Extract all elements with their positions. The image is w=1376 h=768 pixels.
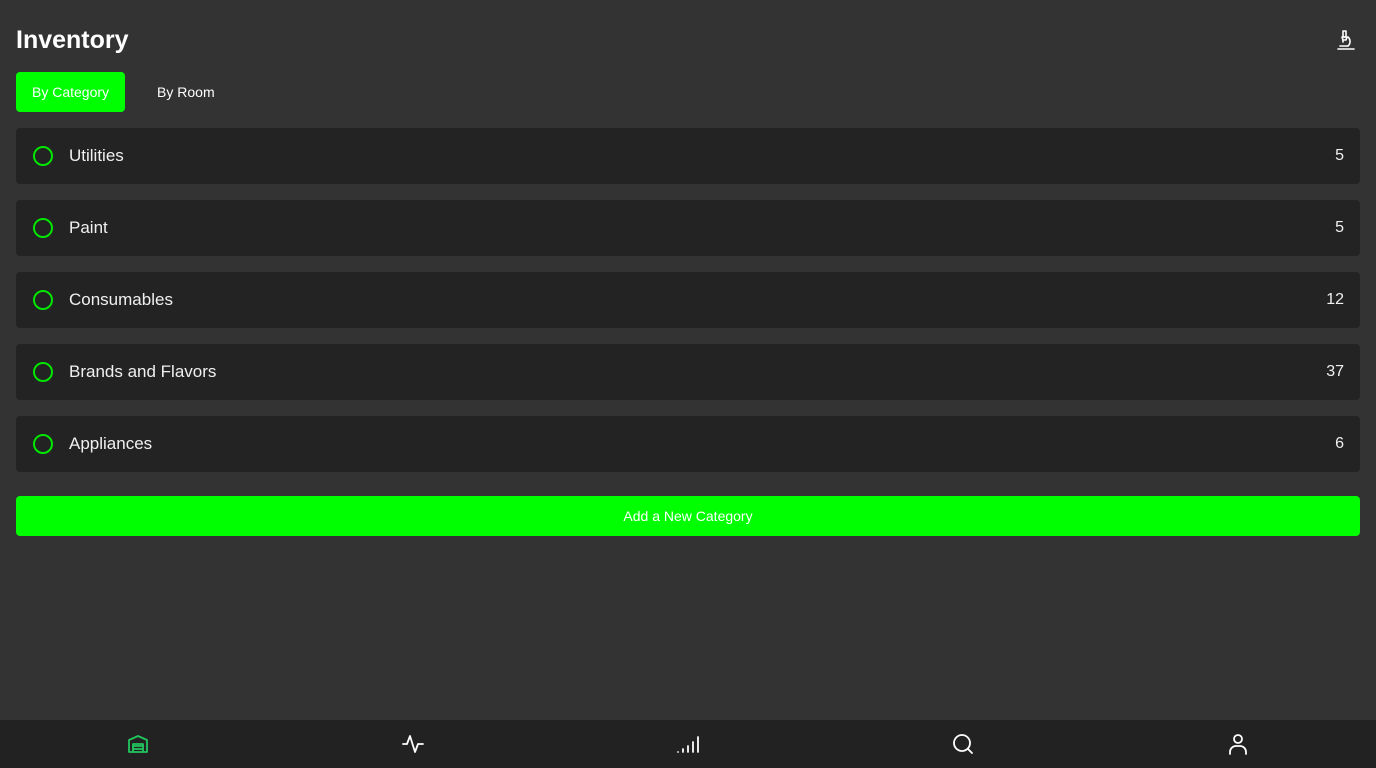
radio-circle-icon[interactable] <box>33 362 53 382</box>
nav-item-search[interactable] <box>826 720 1101 768</box>
category-label: Paint <box>69 218 108 237</box>
radio-circle-icon[interactable] <box>33 218 53 238</box>
category-count: 6 <box>1335 435 1344 452</box>
category-count: 5 <box>1335 219 1344 236</box>
category-label: Brands and Flavors <box>69 362 217 381</box>
microscope-button[interactable] <box>1332 26 1360 54</box>
signal-bars-icon <box>677 736 699 753</box>
bottom-nav <box>0 720 1376 768</box>
category-count: 37 <box>1326 363 1344 380</box>
add-category-button[interactable]: Add a New Category <box>16 496 1360 536</box>
radio-circle-icon[interactable] <box>33 290 53 310</box>
page-title: Inventory <box>16 26 129 54</box>
category-list: Utilities 5 Paint 5 Consumables 12 Brand… <box>16 128 1360 472</box>
category-row-appliances[interactable]: Appliances 6 <box>16 416 1360 472</box>
category-row-consumables[interactable]: Consumables 12 <box>16 272 1360 328</box>
nav-item-profile[interactable] <box>1101 720 1376 768</box>
category-count: 5 <box>1335 147 1344 164</box>
view-tabs: By Category By Room <box>16 72 231 112</box>
warehouse-icon <box>127 735 148 753</box>
inventory-page: Inventory By Category By Room Utilities … <box>0 0 1376 768</box>
category-row-brands-and-flavors[interactable]: Brands and Flavors 37 <box>16 344 1360 400</box>
radio-circle-icon[interactable] <box>33 146 53 166</box>
category-row-paint[interactable]: Paint 5 <box>16 200 1360 256</box>
nav-item-inventory[interactable] <box>0 720 275 768</box>
activity-icon <box>401 735 424 753</box>
search-icon <box>953 734 974 754</box>
tab-by-room[interactable]: By Room <box>141 72 231 112</box>
radio-circle-icon[interactable] <box>33 434 53 454</box>
category-label: Consumables <box>69 290 173 309</box>
category-row-utilities[interactable]: Utilities 5 <box>16 128 1360 184</box>
category-label: Appliances <box>69 434 153 453</box>
nav-item-activity[interactable] <box>275 720 550 768</box>
tab-by-category[interactable]: By Category <box>16 72 126 112</box>
category-label: Utilities <box>69 146 124 165</box>
microscope-icon <box>1337 30 1355 50</box>
nav-item-stats[interactable] <box>550 720 825 768</box>
header: Inventory <box>16 22 1360 58</box>
user-icon <box>1229 734 1248 755</box>
category-count: 12 <box>1326 291 1344 308</box>
